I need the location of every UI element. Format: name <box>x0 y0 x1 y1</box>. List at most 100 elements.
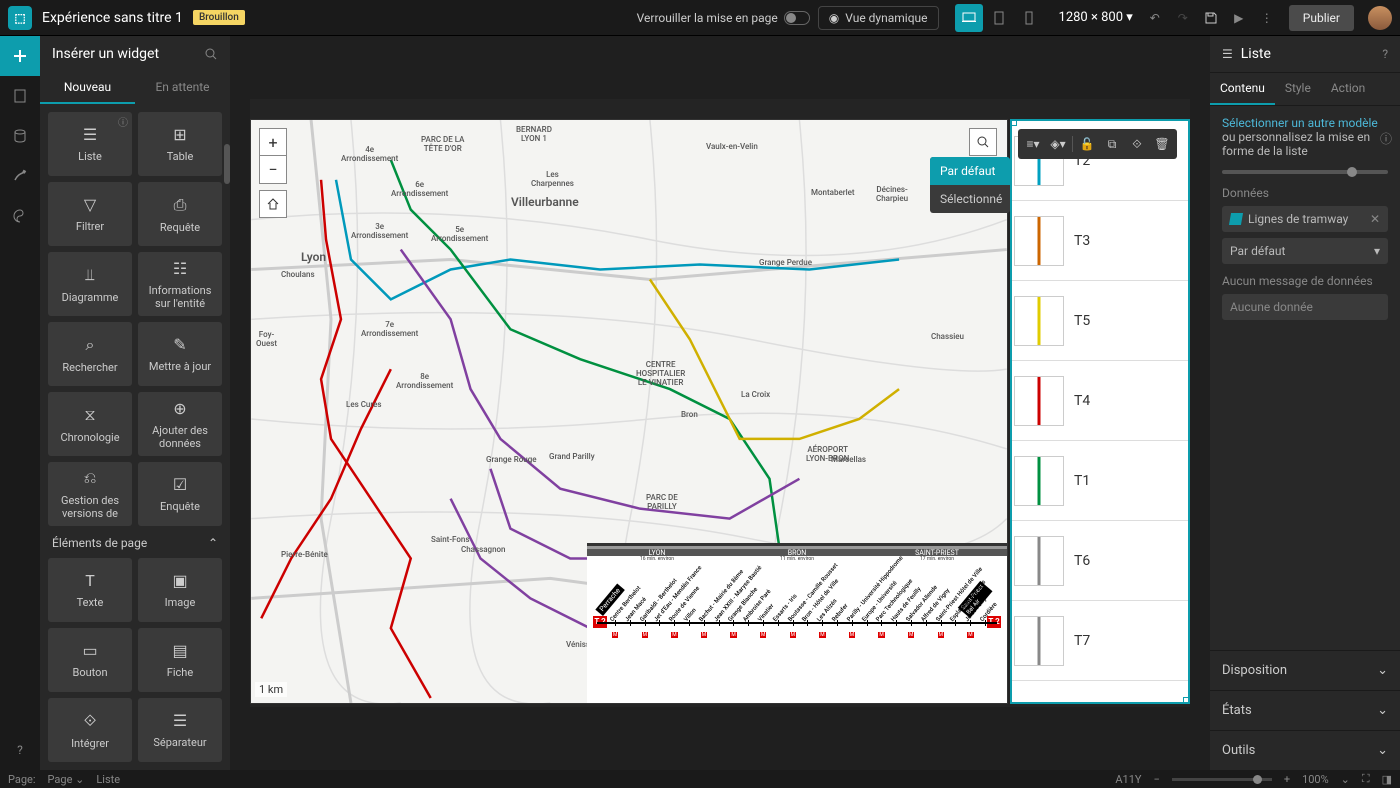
breadcrumb-list[interactable]: Liste <box>96 773 120 786</box>
dynamic-view-dropdown[interactable]: ◉ Vue dynamique <box>818 6 939 30</box>
fit-screen-button[interactable]: ⛶ <box>1362 772 1370 786</box>
preview-button[interactable]: ▶ <box>1225 4 1253 32</box>
tab-content[interactable]: Contenu <box>1210 73 1275 105</box>
connection-badge: M <box>642 632 648 638</box>
layout-section[interactable]: Disposition⌄ <box>1210 650 1400 690</box>
tools-section[interactable]: Outils⌄ <box>1210 730 1400 770</box>
zoom-slider[interactable] <box>1172 778 1272 781</box>
widget-table[interactable]: ⊞Table <box>138 112 222 176</box>
menu-toolbar-header[interactable]: Menu et barre d'outils⌃ <box>48 762 222 770</box>
state-selected[interactable]: Sélectionné <box>930 185 1010 213</box>
widget-button[interactable]: ▭Bouton <box>48 628 132 692</box>
chevron-down-icon: ⌄ <box>1377 663 1388 678</box>
widget-search[interactable]: ⌕Rechercher <box>48 322 132 386</box>
page-elements-header[interactable]: Éléments de page⌃ <box>48 526 222 558</box>
line-schematic: LYON BRON SAINT-PRIEST 16 min. environ 1… <box>587 543 1007 703</box>
tab-new[interactable]: Nouveau <box>40 72 135 104</box>
widget-entity-info[interactable]: ☷Informations sur l'entité <box>138 252 222 316</box>
zoom-out-button[interactable]: − <box>1154 773 1160 786</box>
toggle-panel-button[interactable]: ◨ <box>1382 773 1392 786</box>
tab-pending[interactable]: En attente <box>135 72 230 104</box>
states-section[interactable]: États⌄ <box>1210 690 1400 730</box>
page-rail-button[interactable] <box>0 76 40 116</box>
list-item[interactable]: T3 <box>1012 201 1188 281</box>
a11y-button[interactable]: A11Y <box>1115 773 1141 786</box>
undo-button[interactable]: ↶ <box>1141 4 1169 32</box>
map-widget[interactable]: Lyon Villeurbanne PARC DE LA TÊTE D'OR B… <box>250 119 1008 704</box>
widget-image[interactable]: ▣Image <box>138 558 222 622</box>
widget-query[interactable]: ⎙Requête <box>138 182 222 246</box>
help-rail-button[interactable]: ? <box>0 730 40 770</box>
page-dropdown[interactable]: Page ⌄ <box>48 773 85 786</box>
page-prefix: Page: <box>8 773 36 786</box>
widget-text[interactable]: TTexte <box>48 558 132 622</box>
more-menu-button[interactable]: ⋮ <box>1253 4 1281 32</box>
redo-button[interactable]: ↷ <box>1169 4 1197 32</box>
state-default[interactable]: Par défaut <box>930 157 1010 185</box>
select-template-link[interactable]: Sélectionner un autre modèle <box>1222 116 1378 130</box>
list-item[interactable]: T6 <box>1012 521 1188 601</box>
list-item[interactable]: T5 <box>1012 281 1188 361</box>
config-panel: ☰ Liste ? Contenu Style Action Sélection… <box>1210 36 1400 770</box>
map-label: Chassagnon <box>461 545 506 554</box>
info-icon[interactable]: ⓘ <box>1380 130 1392 147</box>
align-button[interactable]: ≡▾ <box>1022 133 1044 155</box>
data-view-select[interactable]: Par défaut▾ <box>1222 238 1388 264</box>
duplicate-button[interactable]: ⧉ <box>1101 133 1123 155</box>
widget-chart[interactable]: ⫫Diagramme <box>48 252 132 316</box>
widget-update[interactable]: ✎Mettre à jour <box>138 322 222 386</box>
widget-versioning[interactable]: ⎌Gestion des versions de <box>48 462 132 526</box>
save-button[interactable] <box>1197 4 1225 32</box>
list-item[interactable]: T7 <box>1012 601 1188 681</box>
layers-button[interactable]: ◈▾ <box>1047 133 1069 155</box>
stop-label: Villon <box>683 607 698 623</box>
delete-button[interactable]: 🗑 <box>1151 133 1173 155</box>
widget-toolbar: ≡▾ ◈▾ 🔓 ⧉ ⟐ 🗑 <box>1018 129 1177 159</box>
tab-action[interactable]: Action <box>1321 73 1375 105</box>
widget-list[interactable]: ⓘ☰Liste <box>48 112 132 176</box>
map-label: Marcellas <box>831 455 866 464</box>
widget-embed[interactable]: ⟐Intégrer <box>48 698 132 762</box>
dynamic-view-label: Vue dynamique <box>845 11 927 25</box>
zoom-out-button[interactable]: − <box>259 156 287 184</box>
user-avatar[interactable] <box>1368 6 1392 30</box>
no-data-input[interactable]: Aucune donnée <box>1222 294 1388 320</box>
list-thumbnail <box>1014 536 1064 586</box>
widget-timeline[interactable]: ⧖Chronologie <box>48 392 132 456</box>
widget-survey[interactable]: ☑Enquête <box>138 462 222 526</box>
settings-rail-button[interactable] <box>0 156 40 196</box>
desktop-device-button[interactable] <box>955 4 983 32</box>
lock-button[interactable]: 🔓 <box>1076 133 1098 155</box>
data-rail-button[interactable] <box>0 116 40 156</box>
template-slider[interactable] <box>1222 170 1388 174</box>
widget-filter[interactable]: ▽Filtrer <box>48 182 132 246</box>
info-icon: ⓘ <box>118 114 128 129</box>
lock-layout-toggle[interactable] <box>784 11 810 25</box>
list-item[interactable]: T4 <box>1012 361 1188 441</box>
zoom-dropdown[interactable]: ⌄ <box>1341 773 1350 786</box>
tablet-device-button[interactable] <box>985 4 1013 32</box>
help-icon[interactable]: ? <box>1382 47 1388 61</box>
insert-rail-button[interactable] <box>0 36 40 76</box>
pin-button[interactable]: ⟐ <box>1126 133 1148 155</box>
publish-button[interactable]: Publier <box>1289 5 1354 31</box>
app-title: Expérience sans titre 1 <box>42 10 183 26</box>
list-widget[interactable]: T2T3T5T4T1T6T7 <box>1010 119 1190 704</box>
list-item[interactable]: T1 <box>1012 441 1188 521</box>
search-icon[interactable] <box>204 47 218 61</box>
widget-card[interactable]: ▤Fiche <box>138 628 222 692</box>
data-source-chip[interactable]: Lignes de tramway ✕ <box>1222 206 1388 232</box>
map-search-button[interactable] <box>969 128 997 156</box>
map-label: Chassieu <box>931 332 964 341</box>
app-icon: ⬚ <box>8 6 32 30</box>
zoom-in-button[interactable]: + <box>259 128 287 156</box>
tab-style[interactable]: Style <box>1275 73 1321 105</box>
canvas-size-dropdown[interactable]: 1280 × 800 ▾ <box>1059 10 1133 25</box>
theme-rail-button[interactable] <box>0 196 40 236</box>
remove-data-button[interactable]: ✕ <box>1370 212 1380 226</box>
home-extent-button[interactable] <box>259 190 287 218</box>
widget-add-data[interactable]: ⊕Ajouter des données <box>138 392 222 456</box>
mobile-device-button[interactable] <box>1015 4 1043 32</box>
widget-divider[interactable]: ☰Séparateur <box>138 698 222 762</box>
zoom-in-button[interactable]: + <box>1284 773 1290 786</box>
